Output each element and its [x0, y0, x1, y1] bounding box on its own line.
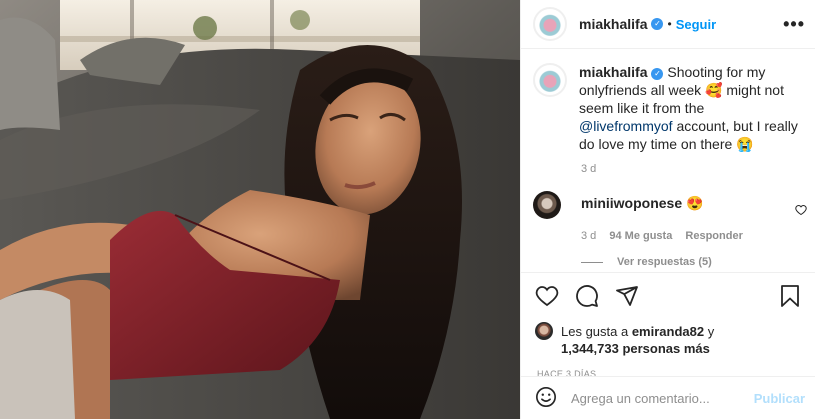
add-comment-bar: Agrega un comentario... Publicar [521, 376, 815, 419]
follow-button[interactable]: Seguir [676, 17, 716, 32]
likes-summary: Les gusta a emiranda82 y 1,344,733 perso… [535, 322, 803, 357]
share-icon[interactable] [615, 284, 639, 308]
reply-button[interactable]: Responder [685, 230, 742, 242]
view-replies-button[interactable]: Ver respuestas (5) [581, 256, 815, 268]
commenter-avatar[interactable] [533, 191, 561, 219]
post-photo[interactable] [0, 0, 520, 419]
post-actions: Les gusta a emiranda82 y 1,344,733 perso… [521, 272, 815, 379]
view-replies-label[interactable]: Ver respuestas (5) [617, 256, 712, 268]
likes-count[interactable]: 1,344,733 personas más [561, 341, 710, 356]
likes-prefix: Les gusta a [561, 324, 632, 339]
comment-text: 😍 [686, 195, 704, 211]
verified-badge-icon: ✓ [651, 68, 664, 80]
more-options-icon[interactable]: ••• [783, 14, 805, 35]
separator-dot: • [667, 17, 672, 31]
comment-item: miniiwoponese 😍 3 d 94 Me gusta Responde… [521, 175, 815, 242]
comment-like-heart-icon[interactable] [795, 203, 807, 219]
comment-meta: 3 d 94 Me gusta Responder [581, 230, 753, 242]
liker-username[interactable]: emiranda82 [632, 324, 704, 339]
verified-badge-icon: ✓ [651, 18, 664, 30]
post-header: miakhalifa ✓ • Seguir ••• [521, 0, 815, 49]
action-icons-row [535, 283, 803, 309]
comment-input[interactable]: Agrega un comentario... [571, 391, 754, 406]
instagram-post: miakhalifa ✓ • Seguir ••• miakhalifa ✓ Sh… [0, 0, 815, 419]
likes-connector: y [704, 324, 715, 339]
caption-timestamp[interactable]: 3 d [581, 163, 815, 175]
caption-mention-link[interactable]: @livefrommyof [579, 118, 673, 134]
comment-body: miniiwoponese 😍 3 d 94 Me gusta Responde… [581, 195, 753, 242]
post-caption: miakhalifa ✓ Shooting for my onlyfriends … [521, 49, 815, 153]
comment-timestamp[interactable]: 3 d [581, 230, 596, 242]
publish-button[interactable]: Publicar [754, 391, 805, 406]
author-avatar[interactable] [533, 7, 567, 41]
comment-icon[interactable] [575, 284, 599, 308]
comment-likes-count[interactable]: 94 Me gusta [609, 230, 672, 242]
replies-divider-line [581, 261, 603, 263]
caption-author-avatar[interactable] [533, 63, 567, 97]
liker-avatar[interactable] [535, 322, 553, 340]
author-username[interactable]: miakhalifa [579, 16, 647, 32]
bookmark-icon[interactable] [779, 284, 801, 308]
emoji-icon[interactable] [535, 386, 557, 411]
likes-text: Les gusta a emiranda82 y 1,344,733 perso… [561, 323, 714, 357]
heart-icon[interactable] [535, 284, 559, 308]
post-side-panel: miakhalifa ✓ • Seguir ••• miakhalifa ✓ Sh… [520, 0, 815, 419]
caption-text: miakhalifa ✓ Shooting for my onlyfriends … [579, 63, 799, 153]
caption-username[interactable]: miakhalifa [579, 64, 647, 80]
commenter-username[interactable]: miniiwoponese [581, 195, 682, 211]
